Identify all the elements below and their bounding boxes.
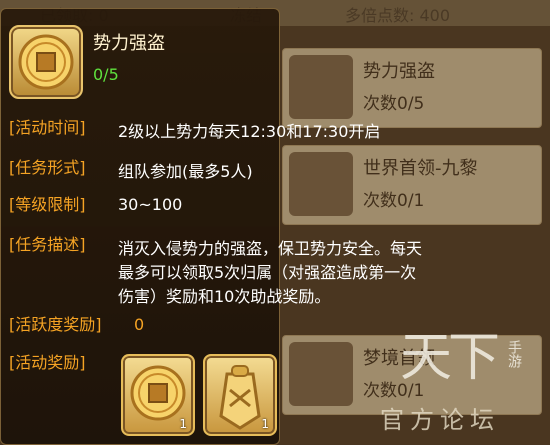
activity-reward-row: [活跃度奖励] xyxy=(9,311,102,339)
activity-title: 势力强盗 xyxy=(93,33,165,54)
level-limit-value: 30~100 xyxy=(118,195,183,214)
activity-title: 世界首领-九黎 xyxy=(363,158,478,179)
reward-count: 1 xyxy=(179,417,187,431)
coin-reward[interactable]: 1 xyxy=(121,354,195,436)
activity-progress: 0/5 xyxy=(93,65,119,84)
activity-time-value: 2级以上势力每天12:30和17:30开启 xyxy=(118,122,381,141)
activity-reward-value: 0 xyxy=(134,315,145,334)
task-form-row: [任务形式] xyxy=(9,154,86,182)
watermark-footer: 官方论坛 xyxy=(380,406,500,434)
task-desc-line: 伤害）奖励和10次助战奖励。 xyxy=(118,287,331,306)
activity-reward-label: [活跃度奖励] xyxy=(9,315,102,334)
task-desc-row: [任务描述] xyxy=(9,231,86,259)
activity-thumb xyxy=(289,152,353,216)
activity-count: 次数0/1 xyxy=(363,191,425,211)
activity-thumb xyxy=(289,55,353,119)
activity-card[interactable]: 势力强盗 次数0/5 xyxy=(282,48,542,128)
activity-time-label: [活动时间] xyxy=(9,118,86,137)
activity-tooltip: 势力强盗 0/5 [活动时间] 2级以上势力每天12:30和17:30开启 [任… xyxy=(0,8,422,445)
reward-count: 1 xyxy=(261,417,269,431)
token-reward[interactable]: 1 xyxy=(203,354,277,436)
coin-icon xyxy=(9,25,83,99)
watermark-logo: 天下 xyxy=(400,328,500,388)
watermark-subtitle: 手游 xyxy=(506,340,522,368)
rewards-label: [活动奖励] xyxy=(9,353,86,372)
task-form-value: 组队参加(最多5人) xyxy=(118,162,253,181)
task-desc-label: [任务描述] xyxy=(9,235,86,254)
activity-count: 次数0/5 xyxy=(363,94,425,114)
level-limit-row: [等级限制] xyxy=(9,191,86,219)
activity-title: 势力强盗 xyxy=(363,61,435,82)
activity-thumb xyxy=(289,342,353,406)
task-desc-line: 最多可以领取5次归属（对强盗造成第一次 xyxy=(118,263,417,282)
task-desc-line: 消灭入侵势力的强盗，保卫势力安全。每天 xyxy=(118,239,423,258)
task-form-label: [任务形式] xyxy=(9,158,86,177)
rewards-row: [活动奖励] xyxy=(9,349,86,377)
activity-time-row: [活动时间] xyxy=(9,114,86,142)
multiplier-points: 多倍点数: 400 xyxy=(345,6,451,25)
activity-card[interactable]: 世界首领-九黎 次数0/1 xyxy=(282,145,542,225)
level-limit-label: [等级限制] xyxy=(9,195,86,214)
